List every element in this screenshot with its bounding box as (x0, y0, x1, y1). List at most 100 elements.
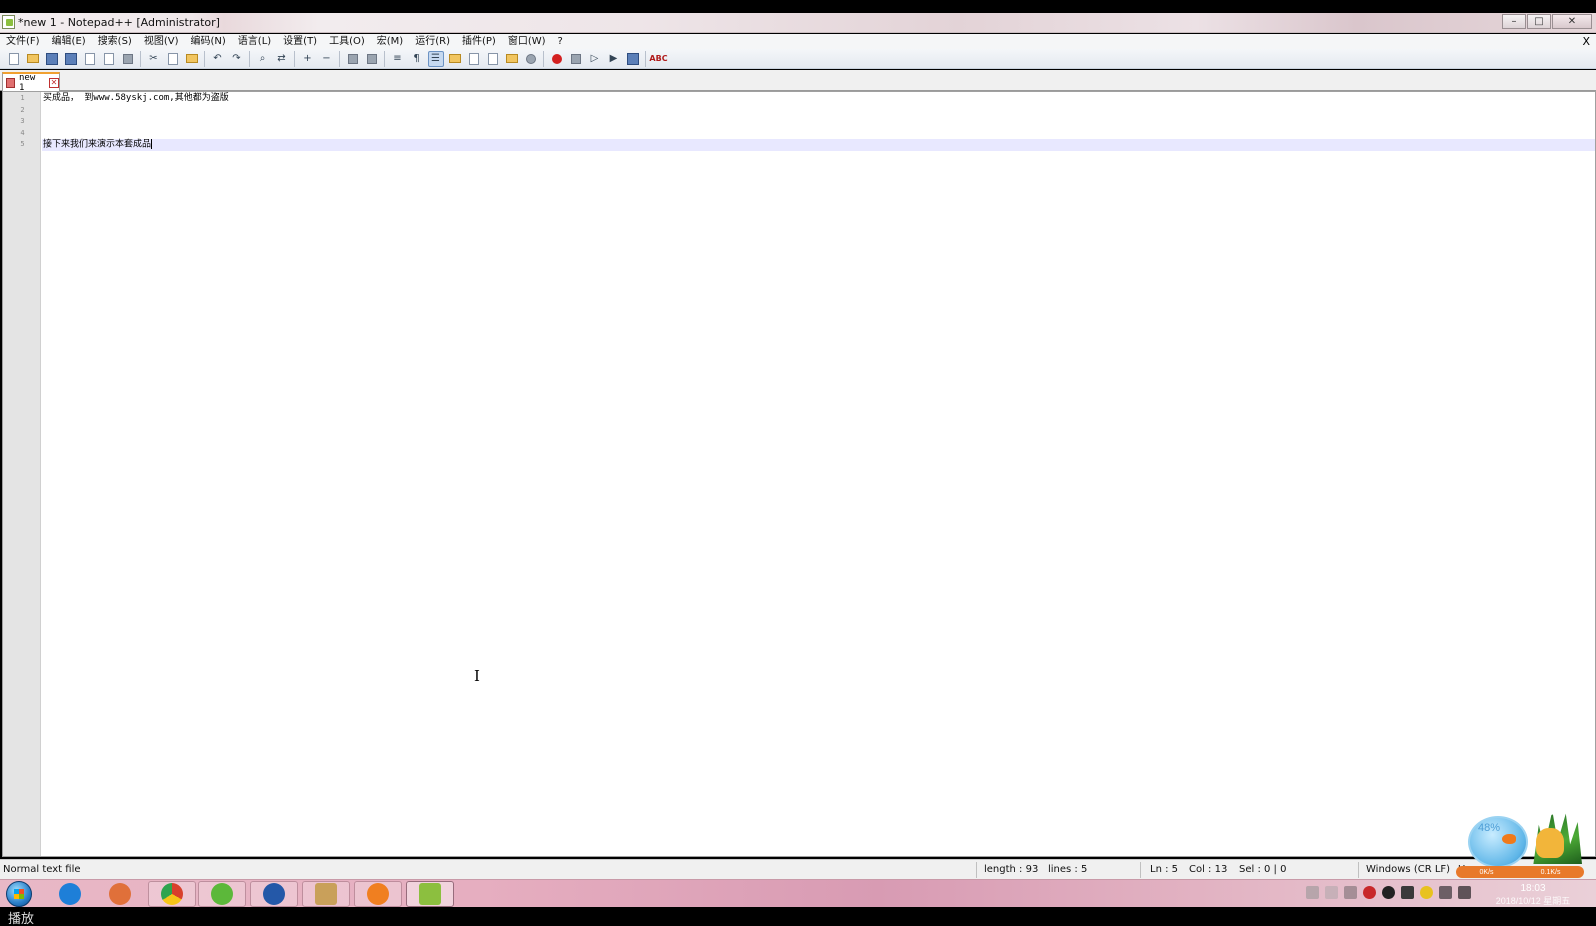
print-icon[interactable] (120, 51, 136, 67)
close-all-icon[interactable] (101, 51, 117, 67)
chrome-icon (161, 883, 183, 905)
status-eol[interactable]: Windows (CR LF) (1366, 864, 1450, 875)
code-line[interactable] (42, 105, 1595, 117)
taskbar-green-app[interactable] (198, 881, 246, 907)
menu-file[interactable]: 文件(F) (0, 34, 46, 49)
save-all-icon[interactable] (63, 51, 79, 67)
qq-icon[interactable] (1382, 886, 1395, 899)
code-text[interactable]: 买成品， 到www.58yskj.com,其他都为盗版 接下来我们来演示本套成品 (42, 92, 1595, 856)
sync-vertical-icon[interactable] (345, 51, 361, 67)
antivirus-icon[interactable] (1363, 886, 1376, 899)
line-number: 2 (20, 105, 25, 114)
new-file-icon[interactable] (6, 51, 22, 67)
menu-window[interactable]: 窗口(W) (502, 34, 552, 49)
start-button[interactable] (6, 881, 32, 907)
word-wrap-icon[interactable]: ≡ (390, 51, 406, 67)
menu-help[interactable]: ? (552, 34, 569, 49)
stop-macro-icon[interactable] (568, 51, 584, 67)
function-list-icon[interactable] (485, 51, 501, 67)
menu-run[interactable]: 运行(R) (409, 34, 456, 49)
editor-area[interactable]: 1 2 3 4 5 买成品， 到www.58yskj.com,其他都为盗版 接下… (2, 91, 1596, 857)
menu-plugins[interactable]: 插件(P) (456, 34, 502, 49)
copy-icon[interactable] (165, 51, 181, 67)
memory-percent: 48% (1478, 822, 1501, 834)
play-label[interactable]: 播放 (8, 908, 34, 926)
green-app-icon (211, 883, 233, 905)
taskbar-notepadpp[interactable] (406, 881, 454, 907)
save-icon[interactable] (44, 51, 60, 67)
zoom-in-icon[interactable]: + (300, 51, 316, 67)
menu-settings[interactable]: 设置(T) (277, 34, 323, 49)
code-line[interactable] (42, 116, 1595, 128)
close-document-button[interactable]: X (1582, 34, 1590, 49)
folder-workspace-icon[interactable] (504, 51, 520, 67)
system-tray (1306, 886, 1471, 899)
keyboard-icon[interactable] (1306, 886, 1319, 899)
menu-bar: 文件(F) 编辑(E) 搜索(S) 视图(V) 编码(N) 语言(L) 设置(T… (0, 34, 1596, 49)
tray-arrow-icon[interactable] (1325, 886, 1338, 899)
pen-icon[interactable] (1344, 886, 1357, 899)
toolbar-separator (339, 50, 340, 67)
zoom-out-icon[interactable]: − (319, 51, 335, 67)
play-macro-icon[interactable]: ▷ (587, 51, 603, 67)
taskbar-ie[interactable] (46, 881, 94, 907)
doc-map-icon[interactable] (466, 51, 482, 67)
tab-label: new 1 (18, 72, 36, 93)
menu-tools[interactable]: 工具(O) (323, 34, 371, 49)
menu-macro[interactable]: 宏(M) (371, 34, 409, 49)
save-macro-icon[interactable] (625, 51, 641, 67)
close-icon[interactable] (82, 51, 98, 67)
code-line[interactable]: 买成品， 到www.58yskj.com,其他都为盗版 (42, 93, 1595, 105)
security-icon[interactable] (1420, 886, 1433, 899)
monitoring-icon[interactable] (523, 51, 539, 67)
menu-search[interactable]: 搜索(S) (92, 34, 138, 49)
replace-icon[interactable]: ⇄ (274, 51, 290, 67)
cut-icon[interactable]: ✂ (146, 51, 162, 67)
menu-view[interactable]: 视图(V) (138, 34, 185, 49)
video-caption-bar: 播放 (0, 907, 1596, 926)
tab-bar: new 1 ✕ (0, 70, 1596, 93)
taskbar: 18:03 2018/10/12 星期五 (0, 879, 1596, 907)
close-window-button[interactable]: ✕ (1552, 14, 1592, 29)
taskbar-blue-app[interactable] (250, 881, 298, 907)
toolbar: ✂ ↶ ↷ ⌕ ⇄ + − ≡ ¶ ☰ ▷ ▶ ABC (0, 49, 1596, 69)
find-icon[interactable]: ⌕ (255, 51, 271, 67)
spell-check-icon[interactable]: ABC (649, 51, 667, 67)
indent-guide-icon[interactable]: ☰ (427, 50, 444, 67)
code-line[interactable] (42, 128, 1595, 140)
ibeam-cursor-icon: I (474, 667, 480, 685)
user-lang-icon[interactable] (447, 51, 463, 67)
taskbar-chrome[interactable] (148, 881, 196, 907)
net-speed-pet-widget[interactable]: 48% 0K/s 0.1K/s (1456, 808, 1584, 880)
record-macro-icon[interactable] (549, 51, 565, 67)
toolbar-separator (249, 50, 250, 67)
network-user-icon[interactable] (1401, 886, 1414, 899)
notepadpp-app-icon (2, 15, 15, 29)
show-all-chars-icon[interactable]: ¶ (409, 51, 425, 67)
undo-icon[interactable]: ↶ (210, 51, 226, 67)
system-clock[interactable]: 18:03 2018/10/12 星期五 (1490, 882, 1576, 908)
network-icon[interactable] (1439, 886, 1452, 899)
current-code-line[interactable]: 接下来我们来演示本套成品 (42, 139, 1595, 151)
menu-edit[interactable]: 编辑(E) (46, 34, 92, 49)
open-file-icon[interactable] (25, 51, 41, 67)
tab-close-icon[interactable]: ✕ (49, 77, 59, 88)
run-macro-multiple-icon[interactable]: ▶ (606, 51, 622, 67)
download-speed: 0.1K/s (1540, 868, 1561, 876)
app-cluster-icon (109, 883, 131, 905)
maximize-button[interactable]: □ (1527, 14, 1551, 29)
sync-horizontal-icon[interactable] (364, 51, 380, 67)
status-divider (1140, 862, 1141, 878)
title-bar[interactable]: *new 1 - Notepad++ [Administrator] – □ ✕ (0, 13, 1596, 33)
taskbar-cartoon-app[interactable] (354, 881, 402, 907)
redo-icon[interactable]: ↷ (229, 51, 245, 67)
volume-icon[interactable] (1458, 886, 1471, 899)
unsaved-file-icon (6, 77, 15, 88)
taskbar-app-cluster[interactable] (96, 881, 144, 907)
menu-language[interactable]: 语言(L) (232, 34, 277, 49)
tab-new-1[interactable]: new 1 ✕ (2, 72, 60, 93)
menu-encoding[interactable]: 编码(N) (185, 34, 232, 49)
minimize-button[interactable]: – (1502, 14, 1526, 29)
paste-icon[interactable] (184, 51, 200, 67)
taskbar-paint-app[interactable] (302, 881, 350, 907)
